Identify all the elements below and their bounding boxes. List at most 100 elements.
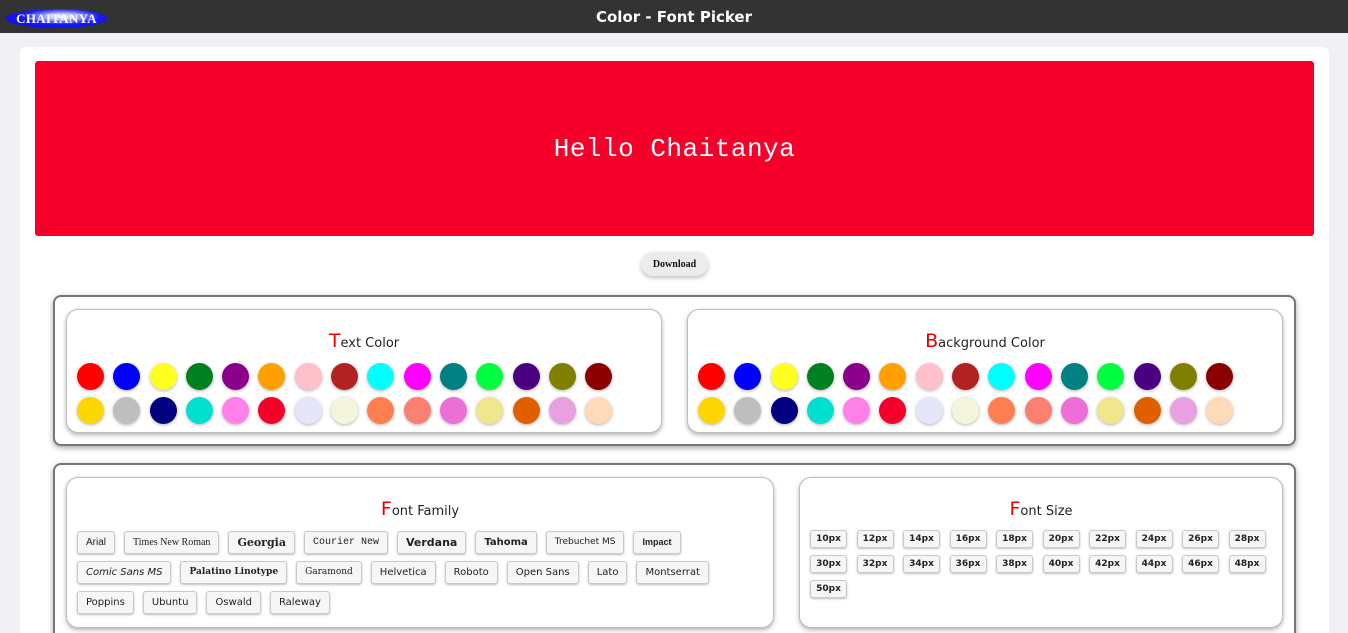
background-color-swatch[interactable] [988,363,1016,390]
font-option-oswald[interactable]: Oswald [206,591,261,614]
font-option-palatino-linotype[interactable]: Palatino Linotype [180,561,288,584]
font-option-ubuntu[interactable]: Ubuntu [142,591,198,614]
font-option-poppins[interactable]: Poppins [77,591,134,614]
text-color-swatch[interactable] [113,397,141,424]
font-option-lato[interactable]: Lato [587,561,628,584]
text-color-swatch[interactable] [548,363,576,390]
background-color-swatch[interactable] [1133,363,1161,390]
background-color-swatch[interactable] [734,397,762,424]
text-color-swatch[interactable] [439,363,467,390]
background-color-swatch[interactable] [879,397,907,424]
font-size-option-12px[interactable]: 12px [856,530,894,548]
background-color-swatch[interactable] [1206,397,1234,424]
font-size-option-26px[interactable]: 26px [1182,530,1219,548]
background-color-swatch[interactable] [1060,363,1088,390]
font-option-verdana[interactable]: Verdana [396,531,467,554]
text-color-swatch[interactable] [149,397,177,424]
background-color-swatch[interactable] [843,397,871,424]
text-color-swatch[interactable] [476,363,504,390]
text-color-swatch[interactable] [258,397,286,424]
background-color-swatch[interactable] [1097,397,1125,424]
background-color-swatch[interactable] [770,397,798,424]
background-color-swatch[interactable] [1169,397,1197,424]
font-option-arial[interactable]: Arial [77,531,116,554]
text-color-swatch[interactable] [585,397,613,424]
font-size-option-16px[interactable]: 16px [949,530,987,548]
font-option-helvetica[interactable]: Helvetica [370,561,436,584]
font-option-times-new-roman[interactable]: Times New Roman [124,531,220,554]
font-size-option-28px[interactable]: 28px [1228,530,1266,548]
background-color-swatch[interactable] [1024,397,1052,424]
background-color-swatch[interactable] [915,363,943,390]
text-color-swatch[interactable] [222,363,250,390]
font-option-open-sans[interactable]: Open Sans [506,561,579,584]
text-color-swatch[interactable] [439,397,467,424]
text-color-swatch[interactable] [185,363,213,390]
font-option-georgia[interactable]: Georgia [228,531,295,554]
font-size-option-42px[interactable]: 42px [1089,555,1126,573]
font-size-option-38px[interactable]: 38px [996,555,1033,573]
text-color-swatch[interactable] [294,363,322,390]
text-color-swatch[interactable] [331,397,359,424]
text-color-swatch[interactable] [403,363,431,390]
font-option-raleway[interactable]: Raleway [269,591,330,614]
font-option-roboto[interactable]: Roboto [444,561,498,584]
font-option-courier-new[interactable]: Courier New [303,531,388,554]
font-size-option-10px[interactable]: 10px [810,530,847,548]
background-color-swatch[interactable] [915,397,943,424]
background-color-swatch[interactable] [806,397,834,424]
background-color-swatch[interactable] [879,363,907,390]
text-color-swatch[interactable] [585,363,613,390]
font-size-option-32px[interactable]: 32px [856,555,894,573]
background-color-swatch[interactable] [770,363,798,390]
background-color-swatch[interactable] [1133,397,1161,424]
background-color-swatch[interactable] [698,363,725,390]
font-option-comic-sans-ms[interactable]: Comic Sans MS [77,561,172,584]
background-color-swatch[interactable] [843,363,871,390]
font-option-montserrat[interactable]: Montserrat [636,561,709,584]
background-color-swatch[interactable] [734,363,762,390]
font-size-option-18px[interactable]: 18px [996,530,1033,548]
text-color-swatch[interactable] [476,397,504,424]
text-color-swatch[interactable] [403,397,431,424]
text-color-swatch[interactable] [367,397,395,424]
font-option-tahoma[interactable]: Tahoma [475,531,537,554]
background-color-swatch[interactable] [1024,363,1052,390]
download-button[interactable]: Download [641,252,708,276]
font-option-trebuchet-ms[interactable]: Trebuchet MS [545,531,625,554]
font-size-option-36px[interactable]: 36px [949,555,987,573]
font-size-option-40px[interactable]: 40px [1042,555,1080,573]
font-size-option-24px[interactable]: 24px [1135,530,1173,548]
text-color-swatch[interactable] [149,363,177,390]
text-color-swatch[interactable] [185,397,213,424]
font-size-option-20px[interactable]: 20px [1042,530,1080,548]
font-size-option-30px[interactable]: 30px [810,555,847,573]
text-color-swatch[interactable] [548,397,576,424]
background-color-swatch[interactable] [806,363,834,390]
font-option-garamond[interactable]: Garamond [296,561,362,584]
background-color-swatch[interactable] [952,363,980,390]
font-size-option-44px[interactable]: 44px [1135,555,1173,573]
background-color-swatch[interactable] [1169,363,1197,390]
text-color-swatch[interactable] [294,397,322,424]
text-color-swatch[interactable] [258,363,286,390]
background-color-swatch[interactable] [1206,363,1234,390]
text-color-swatch[interactable] [113,363,141,390]
text-color-swatch[interactable] [222,397,250,424]
background-color-swatch[interactable] [988,397,1016,424]
text-color-swatch[interactable] [512,363,540,390]
background-color-swatch[interactable] [952,397,980,424]
text-color-swatch[interactable] [512,397,540,424]
font-size-option-14px[interactable]: 14px [903,530,940,548]
background-color-swatch[interactable] [1060,397,1088,424]
font-option-impact[interactable]: Impact [633,531,681,554]
font-size-option-50px[interactable]: 50px [810,580,847,598]
text-color-swatch[interactable] [77,363,104,390]
font-size-option-48px[interactable]: 48px [1228,555,1266,573]
text-color-swatch[interactable] [331,363,359,390]
font-size-option-22px[interactable]: 22px [1089,530,1126,548]
text-color-swatch[interactable] [77,397,104,424]
background-color-swatch[interactable] [698,397,725,424]
font-size-option-46px[interactable]: 46px [1182,555,1219,573]
background-color-swatch[interactable] [1097,363,1125,390]
